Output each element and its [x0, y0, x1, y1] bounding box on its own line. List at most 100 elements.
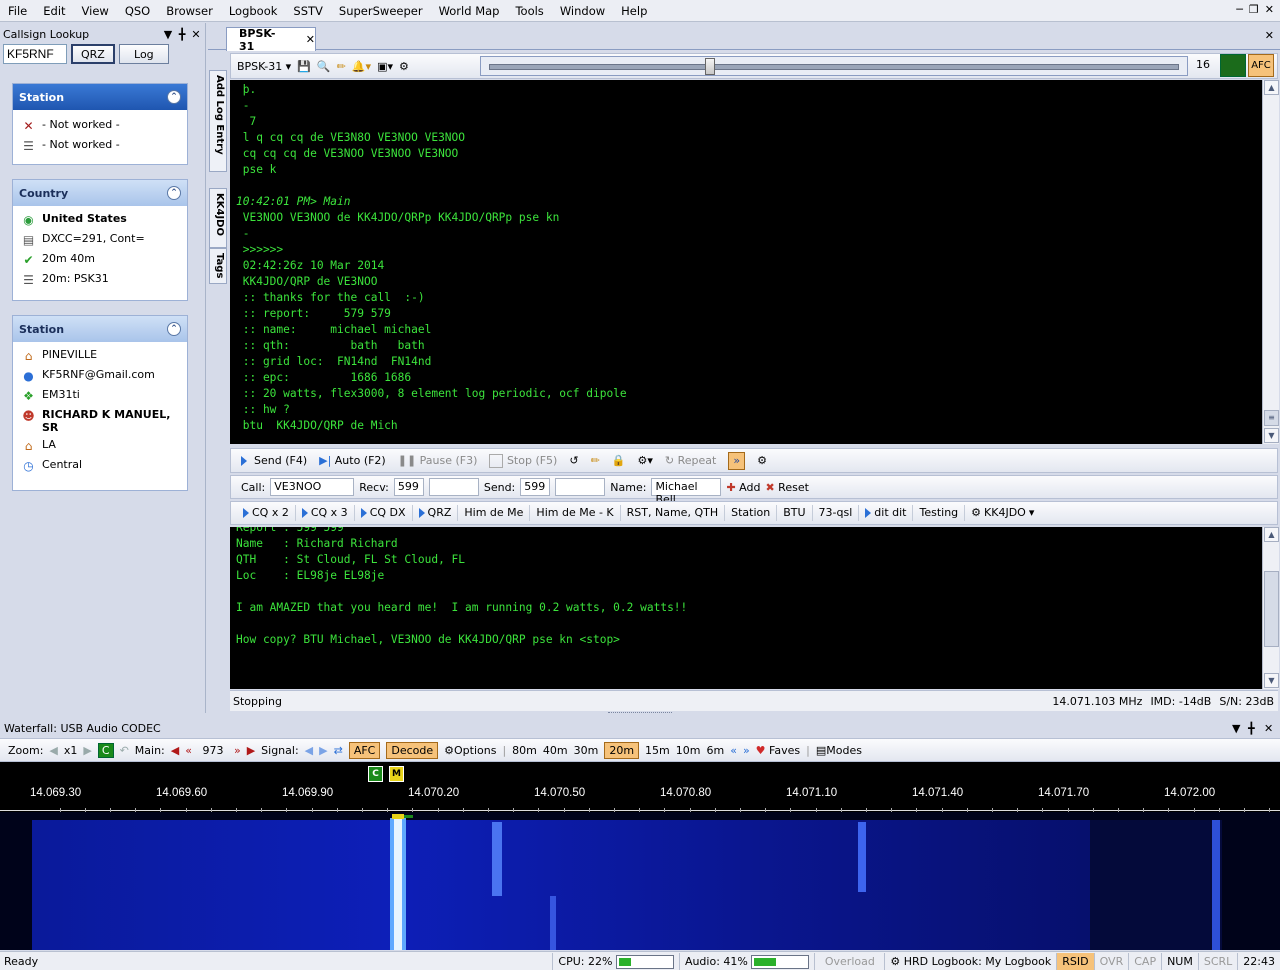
splitter-grip[interactable]: [608, 712, 672, 715]
tab-tags[interactable]: Tags: [209, 248, 227, 284]
tab-bpsk31[interactable]: BPSK-31 ✕: [226, 27, 316, 53]
band-80m[interactable]: 80m: [512, 744, 537, 757]
main-marker[interactable]: M: [389, 766, 404, 782]
tx-scrollbar[interactable]: ▲ ▼: [1262, 527, 1279, 689]
mode-dropdown[interactable]: BPSK-31 ▾: [237, 57, 291, 75]
menu-qso[interactable]: QSO: [117, 0, 158, 22]
save-icon[interactable]: 💾: [297, 57, 311, 75]
macro-him-de-me-k[interactable]: Him de Me - K: [530, 505, 621, 521]
macro-rst-name-qth[interactable]: RST, Name, QTH: [621, 505, 726, 521]
step-right-icon[interactable]: ▶: [247, 744, 255, 757]
band-20m[interactable]: 20m: [604, 741, 640, 759]
call-field[interactable]: VE3NOO: [270, 478, 355, 496]
scroll-thumb[interactable]: [1264, 571, 1279, 647]
scroll-up-icon[interactable]: ▲: [1264, 80, 1279, 95]
pin-icon[interactable]: ╋: [1248, 722, 1264, 735]
center-icon[interactable]: C: [97, 742, 114, 758]
slider-thumb[interactable]: [705, 58, 715, 75]
menu-browser[interactable]: Browser: [158, 0, 221, 22]
frequency-scale[interactable]: C M 14.069.30 14.069.60 14.069.90 14.070.20…: [0, 762, 1280, 812]
decode-toggle[interactable]: Decode: [386, 741, 439, 759]
band-30m[interactable]: 30m: [574, 744, 599, 757]
macro-cq-dx[interactable]: CQ DX: [355, 505, 413, 521]
print-preview-icon[interactable]: 🔍: [317, 57, 331, 75]
faves-button[interactable]: ♥ Faves: [756, 744, 800, 757]
receive-window[interactable]: þ. - 7 l q cq cq de VE3N8O VE3NOO VE3NOO…: [230, 80, 1262, 444]
scroll-down-icon[interactable]: ▼: [1264, 428, 1279, 443]
logbook-section[interactable]: ⚙ HRD Logbook: My Logbook: [884, 952, 1056, 970]
menu-view[interactable]: View: [74, 0, 117, 22]
collapse-icon[interactable]: ⌃: [167, 322, 181, 336]
band-40m[interactable]: 40m: [543, 744, 568, 757]
rx-scrollbar[interactable]: ▲ ≡ ▼: [1262, 80, 1279, 444]
macro-dit-dit[interactable]: dit dit: [859, 505, 914, 521]
pin-icon[interactable]: ╋: [175, 28, 189, 41]
menu-supersweeper[interactable]: SuperSweeper: [331, 0, 431, 22]
squelch-slider[interactable]: [480, 56, 1188, 76]
fast-right-icon[interactable]: »: [234, 744, 241, 757]
macro-qrz[interactable]: QRZ: [413, 505, 459, 521]
settings-icon[interactable]: ⚙: [399, 57, 409, 75]
lock-icon[interactable]: 🔒: [612, 452, 626, 470]
pause-button[interactable]: ❚❚ Pause (F3): [398, 452, 478, 470]
signal-right-icon[interactable]: ▶: [319, 744, 327, 757]
add-button[interactable]: ✚ Add: [726, 478, 760, 496]
bell-icon[interactable]: 🔔▾: [352, 57, 371, 75]
send-button[interactable]: Send (F4): [241, 452, 307, 470]
undo-icon[interactable]: ↶: [120, 744, 129, 757]
card-header[interactable]: Country ⌃: [13, 180, 187, 206]
close-icon[interactable]: ✕: [1265, 3, 1274, 16]
scroll-down-icon[interactable]: ▼: [1264, 673, 1279, 688]
auto-button[interactable]: ▶| Auto (F2): [319, 452, 386, 470]
options-icon[interactable]: ⚙▾: [638, 452, 653, 470]
dropdown-icon[interactable]: ▼: [161, 28, 175, 41]
reset-button[interactable]: ✖ Reset: [765, 478, 808, 496]
restore-icon[interactable]: ❐: [1249, 3, 1259, 16]
send-field[interactable]: 599: [520, 478, 551, 496]
menu-tools[interactable]: Tools: [507, 0, 551, 22]
macro-testing[interactable]: Testing: [913, 505, 966, 521]
recv-field[interactable]: 599: [393, 478, 424, 496]
row-text[interactable]: KF5RNF@Gmail.com: [42, 368, 155, 381]
step-left-icon[interactable]: ◀: [171, 744, 179, 757]
tab-add-log-entry[interactable]: Add Log Entry: [209, 70, 227, 172]
macro-kk4jdo[interactable]: ⚙ KK4JDO ▾: [965, 505, 1040, 521]
zoom-out-icon[interactable]: ◀: [49, 744, 57, 757]
band-6m[interactable]: 6m: [706, 744, 724, 757]
next-band-icon[interactable]: »: [743, 744, 750, 757]
macro-cq-x2[interactable]: CQ x 2: [237, 505, 296, 521]
refresh-icon[interactable]: ⇄: [334, 744, 343, 757]
layout-icon[interactable]: ▣▾: [377, 57, 393, 75]
close-icon[interactable]: ✕: [189, 28, 203, 41]
center-marker[interactable]: C: [368, 766, 383, 782]
fast-left-icon[interactable]: «: [185, 744, 192, 757]
eraser-icon[interactable]: ✏: [591, 452, 600, 470]
macro-cq-x3[interactable]: CQ x 3: [296, 505, 355, 521]
clear-icon[interactable]: ↺: [569, 452, 578, 470]
band-10m[interactable]: 10m: [676, 744, 701, 757]
signal-left-icon[interactable]: ◀: [305, 744, 313, 757]
close-doc-icon[interactable]: ✕: [1265, 29, 1274, 42]
menu-world-map[interactable]: World Map: [431, 0, 508, 22]
minimize-icon[interactable]: ─: [1236, 3, 1243, 16]
macro-btu[interactable]: BTU: [777, 505, 813, 521]
menu-sstv[interactable]: SSTV: [285, 0, 331, 22]
scroll-up-icon[interactable]: ▲: [1264, 527, 1279, 542]
zoom-in-icon[interactable]: ▶: [83, 744, 91, 757]
send-extra-field[interactable]: [555, 478, 606, 496]
macro-him-de-me[interactable]: Him de Me: [458, 505, 531, 521]
menu-window[interactable]: Window: [552, 0, 613, 22]
name-field[interactable]: Michael Bell: [651, 478, 722, 506]
eraser-icon[interactable]: ✏: [337, 57, 346, 75]
recv-extra-field[interactable]: [428, 478, 479, 496]
log-button[interactable]: Log: [118, 44, 169, 64]
macro-73-qsl[interactable]: 73-qsl: [813, 505, 860, 521]
modes-button[interactable]: ▤Modes: [816, 744, 862, 757]
dropdown-icon[interactable]: ▼: [1232, 722, 1248, 735]
collapse-icon[interactable]: ⌃: [167, 186, 181, 200]
rsid-indicator[interactable]: RSID: [1056, 952, 1094, 970]
callsign-input[interactable]: [3, 44, 67, 64]
close-icon[interactable]: ✕: [1264, 722, 1280, 735]
expand-icon[interactable]: »: [728, 451, 746, 470]
afc-button[interactable]: AFC: [1248, 54, 1274, 77]
